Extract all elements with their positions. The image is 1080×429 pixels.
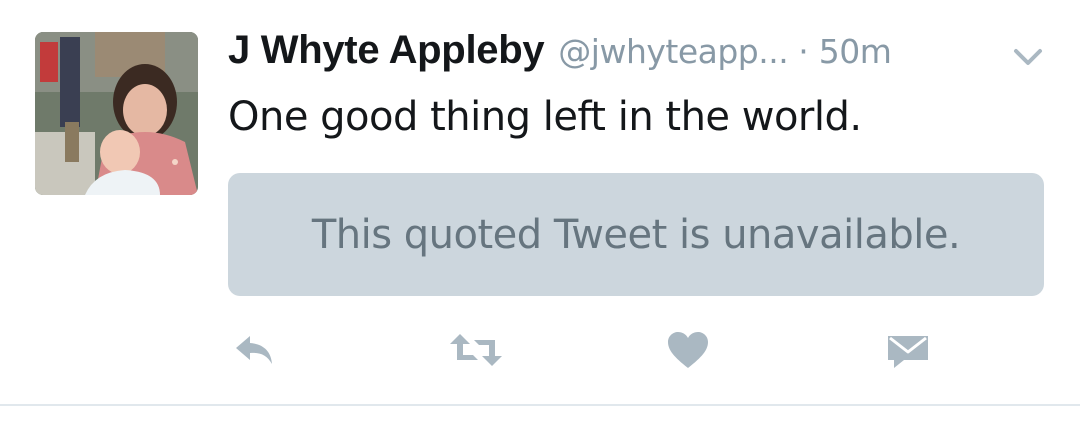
avatar[interactable] — [35, 32, 198, 195]
separator-dot: · — [798, 32, 809, 71]
tweet-divider — [0, 404, 1080, 406]
chevron-down-icon — [1014, 49, 1042, 65]
envelope-icon — [888, 336, 928, 368]
author-handle[interactable]: @jwhyteapp... — [558, 32, 788, 71]
tweet[interactable]: J Whyte Appleby @jwhyteapp... · 50m One … — [0, 0, 1080, 429]
reply-button[interactable] — [224, 328, 284, 372]
like-button[interactable] — [658, 328, 718, 372]
author-name[interactable]: J Whyte Appleby — [228, 28, 545, 73]
tweet-actions — [0, 320, 1080, 380]
timestamp[interactable]: 50m — [819, 32, 892, 71]
heart-icon — [668, 332, 708, 368]
quoted-tweet[interactable]: This quoted Tweet is unavailable. — [228, 173, 1044, 296]
direct-message-button[interactable] — [878, 328, 938, 372]
retweet-icon — [450, 334, 502, 366]
retweet-button[interactable] — [446, 328, 506, 372]
quoted-tweet-unavailable-text: This quoted Tweet is unavailable. — [311, 211, 961, 258]
tweet-text: One good thing left in the world. — [228, 94, 862, 140]
avatar-photo — [35, 32, 198, 195]
reply-icon — [236, 336, 272, 364]
tweet-menu-button[interactable] — [1008, 42, 1048, 72]
tweet-header: J Whyte Appleby @jwhyteapp... · 50m — [228, 28, 1048, 88]
